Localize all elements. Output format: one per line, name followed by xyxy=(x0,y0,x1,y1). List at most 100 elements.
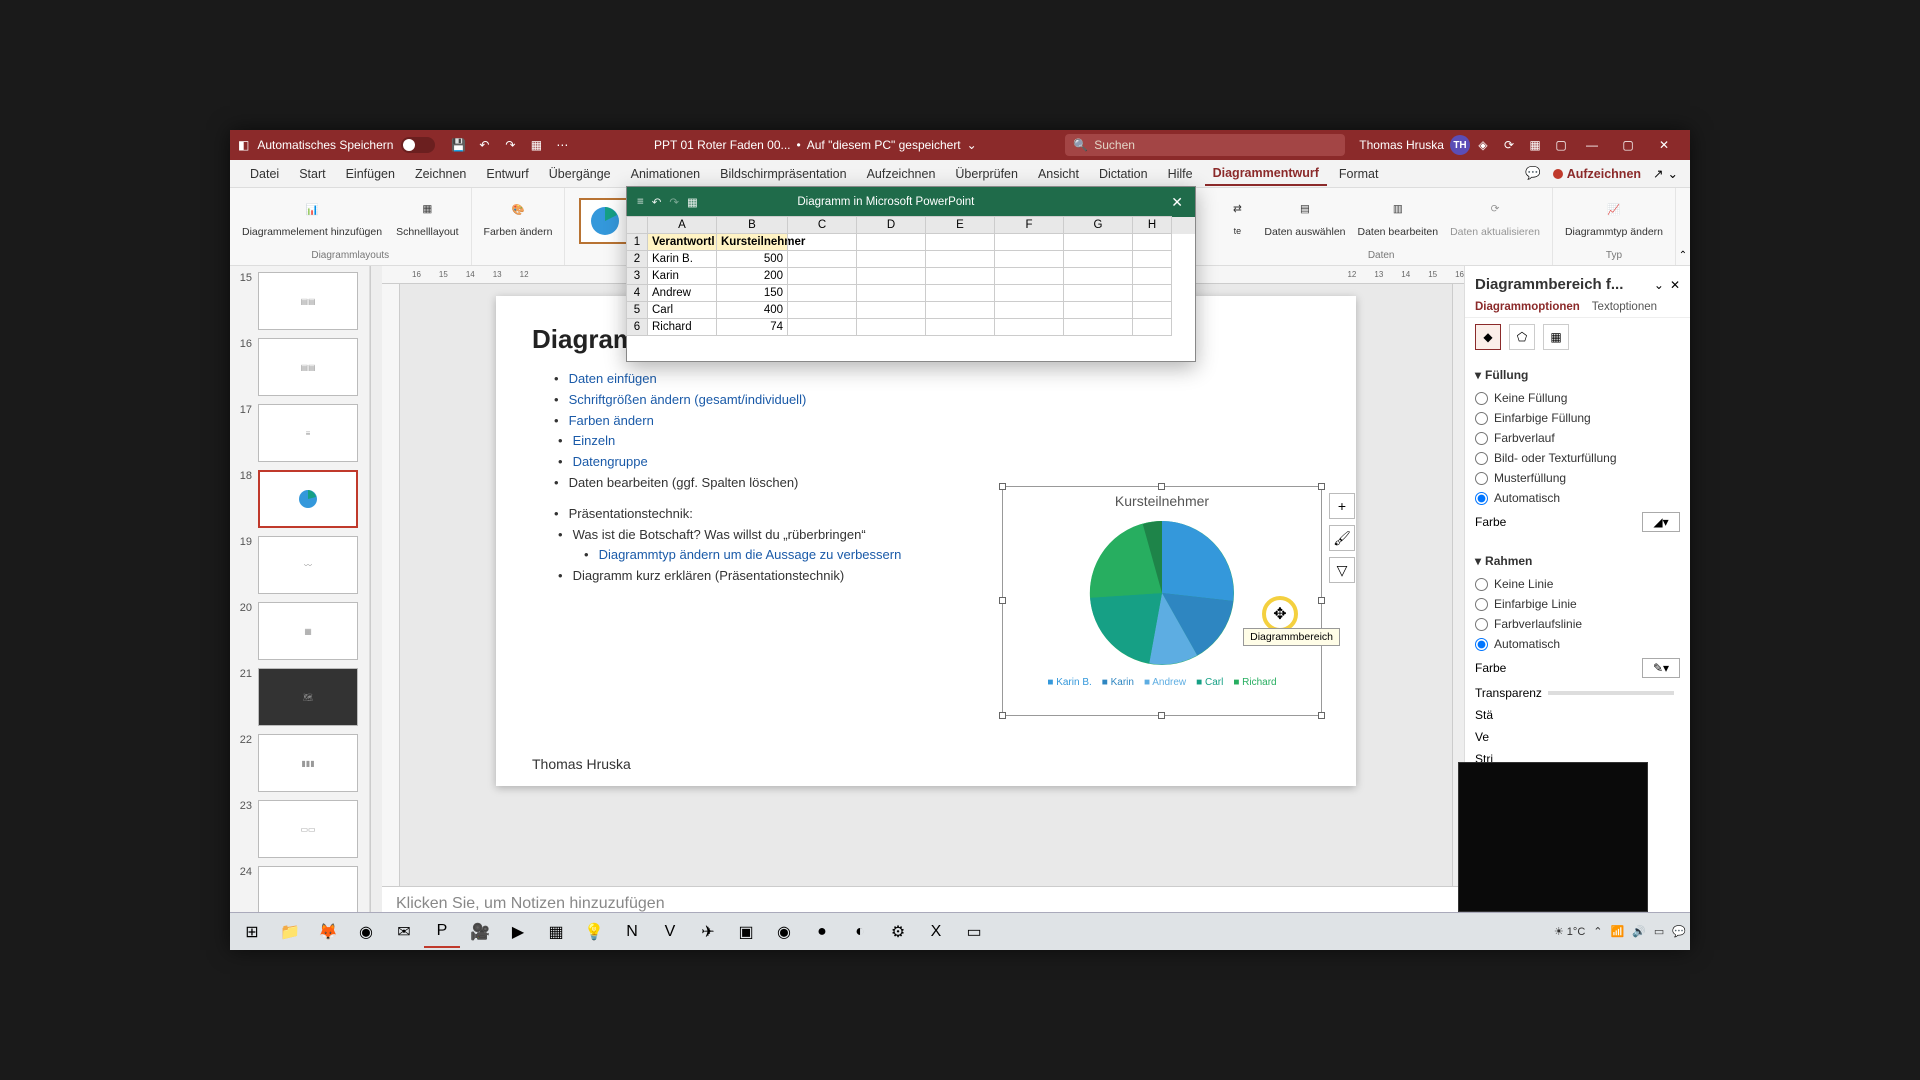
thumb-23[interactable]: 23▭▭ xyxy=(234,800,365,858)
sync-icon[interactable]: ⟳ xyxy=(1499,135,1519,155)
window-icon[interactable]: ▢ xyxy=(1551,135,1571,155)
present-icon[interactable]: ▦ xyxy=(526,135,546,155)
tb-obs[interactable]: ◉ xyxy=(766,916,802,948)
tb-app6[interactable]: ● xyxy=(804,916,840,948)
tb-vlc[interactable]: ▶ xyxy=(500,916,536,948)
record-button[interactable]: Aufzeichnen xyxy=(1545,163,1649,185)
tray-wifi-icon[interactable]: 📶 xyxy=(1610,925,1624,938)
grid-icon[interactable]: ▦ xyxy=(1525,135,1545,155)
menu-ansicht[interactable]: Ansicht xyxy=(1030,163,1087,185)
maximize-button[interactable]: ▢ xyxy=(1610,130,1646,160)
start-button[interactable]: ⊞ xyxy=(234,916,270,948)
more-icon[interactable]: ⋯ xyxy=(552,135,572,155)
tb-app3[interactable]: 💡 xyxy=(576,916,612,948)
fill-color-picker[interactable]: ◢▾ xyxy=(1642,512,1680,532)
thumb-21[interactable]: 21🗺 xyxy=(234,668,365,726)
change-colors-button[interactable]: 🎨 Farben ändern xyxy=(480,192,557,240)
data-undo-icon[interactable]: ↶ xyxy=(652,195,662,209)
tb-settings[interactable]: ⚙ xyxy=(880,916,916,948)
diamond-icon[interactable]: ◈ xyxy=(1473,135,1493,155)
minimize-button[interactable]: — xyxy=(1574,130,1610,160)
quick-layout-button[interactable]: ▦ Schnelllayout xyxy=(392,192,462,240)
radio-solid-line[interactable]: Einfarbige Linie xyxy=(1475,594,1680,614)
slide-canvas[interactable]: Diagramm e Daten einfügen Schriftgrößen … xyxy=(496,296,1356,786)
radio-no-line[interactable]: Keine Linie xyxy=(1475,574,1680,594)
tb-explorer[interactable]: 📁 xyxy=(272,916,308,948)
tray-notification-icon[interactable]: 💬 xyxy=(1672,925,1686,938)
radio-no-fill[interactable]: Keine Füllung xyxy=(1475,388,1680,408)
menu-bildschirm[interactable]: Bildschirmpräsentation xyxy=(712,163,854,185)
radio-auto-fill[interactable]: Automatisch xyxy=(1475,488,1680,508)
menu-start[interactable]: Start xyxy=(291,163,333,185)
thumb-16[interactable]: 16▤▤ xyxy=(234,338,365,396)
line-color-picker[interactable]: ✎▾ xyxy=(1642,658,1680,678)
tb-app7[interactable]: ◐ xyxy=(842,916,878,948)
fill-line-tab-icon[interactable]: ◆ xyxy=(1475,324,1501,350)
menu-diagrammentwurf[interactable]: Diagrammentwurf xyxy=(1205,162,1327,186)
tray-chevron-icon[interactable]: ⌃ xyxy=(1593,925,1602,938)
tb-firefox[interactable]: 🦊 xyxy=(310,916,346,948)
thumbs-scrollbar[interactable] xyxy=(370,266,382,928)
tab-diagram-options[interactable]: Diagrammoptionen xyxy=(1475,301,1580,313)
thumb-18[interactable]: 18 xyxy=(234,470,365,528)
tb-app4[interactable]: V xyxy=(652,916,688,948)
tb-outlook[interactable]: ✉ xyxy=(386,916,422,948)
menu-hilfe[interactable]: Hilfe xyxy=(1160,163,1201,185)
radio-gradient-fill[interactable]: Farbverlauf xyxy=(1475,428,1680,448)
menu-zeichnen[interactable]: Zeichnen xyxy=(407,163,474,185)
menu-animationen[interactable]: Animationen xyxy=(623,163,709,185)
tray-volume-icon[interactable]: 🔊 xyxy=(1632,925,1646,938)
chart-elements-button[interactable]: + xyxy=(1329,493,1355,519)
tb-app2[interactable]: ▦ xyxy=(538,916,574,948)
change-chart-type-button[interactable]: 📈 Diagrammtyp ändern xyxy=(1561,192,1667,240)
undo-icon[interactable]: ↶ xyxy=(474,135,494,155)
thumb-15[interactable]: 15▤▤ xyxy=(234,272,365,330)
section-line[interactable]: ▾ Rahmen xyxy=(1475,554,1680,568)
tray-battery-icon[interactable]: ▭ xyxy=(1654,925,1664,938)
tb-chrome[interactable]: ◉ xyxy=(348,916,384,948)
select-data-button[interactable]: ▤Daten auswählen xyxy=(1260,192,1349,240)
data-sheet[interactable]: A B C D E F G H 1VerantwortlKursteilnehm… xyxy=(627,217,1195,336)
close-button[interactable]: ✕ xyxy=(1646,130,1682,160)
tb-onenote[interactable]: N xyxy=(614,916,650,948)
radio-solid-fill[interactable]: Einfarbige Füllung xyxy=(1475,408,1680,428)
section-fill[interactable]: ▾ Füllung xyxy=(1475,368,1680,382)
thumb-17[interactable]: 17≡ xyxy=(234,404,365,462)
thumb-19[interactable]: 19〰 xyxy=(234,536,365,594)
search-box[interactable]: 🔍 Suchen xyxy=(1065,134,1345,156)
menu-einfuegen[interactable]: Einfügen xyxy=(338,163,403,185)
tb-excel[interactable]: X xyxy=(918,916,954,948)
share-icon[interactable]: ↗ xyxy=(1653,166,1663,181)
weather-widget[interactable]: ☀ 1°C xyxy=(1554,925,1585,938)
chart-filters-button[interactable]: ▽ xyxy=(1329,557,1355,583)
add-chart-element-button[interactable]: 📊 Diagrammelement hinzufügen xyxy=(238,192,386,240)
radio-auto-line[interactable]: Automatisch xyxy=(1475,634,1680,654)
tb-telegram[interactable]: ✈ xyxy=(690,916,726,948)
data-window-close[interactable]: ✕ xyxy=(1165,194,1189,211)
chart-styles-button[interactable]: 🖌 xyxy=(1329,525,1355,551)
data-redo-icon[interactable]: ↷ xyxy=(669,195,679,209)
radio-gradient-line[interactable]: Farbverlaufslinie xyxy=(1475,614,1680,634)
radio-picture-fill[interactable]: Bild- oder Texturfüllung xyxy=(1475,448,1680,468)
tb-app8[interactable]: ▭ xyxy=(956,916,992,948)
comments-icon[interactable]: 💬 xyxy=(1525,166,1541,181)
radio-pattern-fill[interactable]: Musterfüllung xyxy=(1475,468,1680,488)
menu-ueberpruefen[interactable]: Überprüfen xyxy=(947,163,1026,185)
save-icon[interactable]: 💾 xyxy=(448,135,468,155)
data-menu-icon[interactable]: ≡ xyxy=(637,196,644,208)
switch-rowcol-button[interactable]: ⇄te xyxy=(1218,192,1256,240)
ribbon-collapse-icon[interactable]: ⌃ xyxy=(1679,250,1687,261)
tab-text-options[interactable]: Textoptionen xyxy=(1592,301,1657,313)
redo-icon[interactable]: ↷ xyxy=(500,135,520,155)
tb-app5[interactable]: ▣ xyxy=(728,916,764,948)
slide-thumbnails[interactable]: 15▤▤ 16▤▤ 17≡ 18 19〰 20▦ 21🗺 22▮▮▮ 23▭▭ … xyxy=(230,266,370,928)
transparency-slider[interactable] xyxy=(1548,691,1674,695)
menu-format[interactable]: Format xyxy=(1331,163,1387,185)
menu-aufzeichnen[interactable]: Aufzeichnen xyxy=(859,163,944,185)
effects-tab-icon[interactable]: ⬠ xyxy=(1509,324,1535,350)
thumb-22[interactable]: 22▮▮▮ xyxy=(234,734,365,792)
collapse-ribbon-icon[interactable]: ⌄ xyxy=(1668,166,1678,181)
thumb-20[interactable]: 20▦ xyxy=(234,602,365,660)
tb-app1[interactable]: 🎥 xyxy=(462,916,498,948)
chart-style-1[interactable] xyxy=(579,198,631,244)
